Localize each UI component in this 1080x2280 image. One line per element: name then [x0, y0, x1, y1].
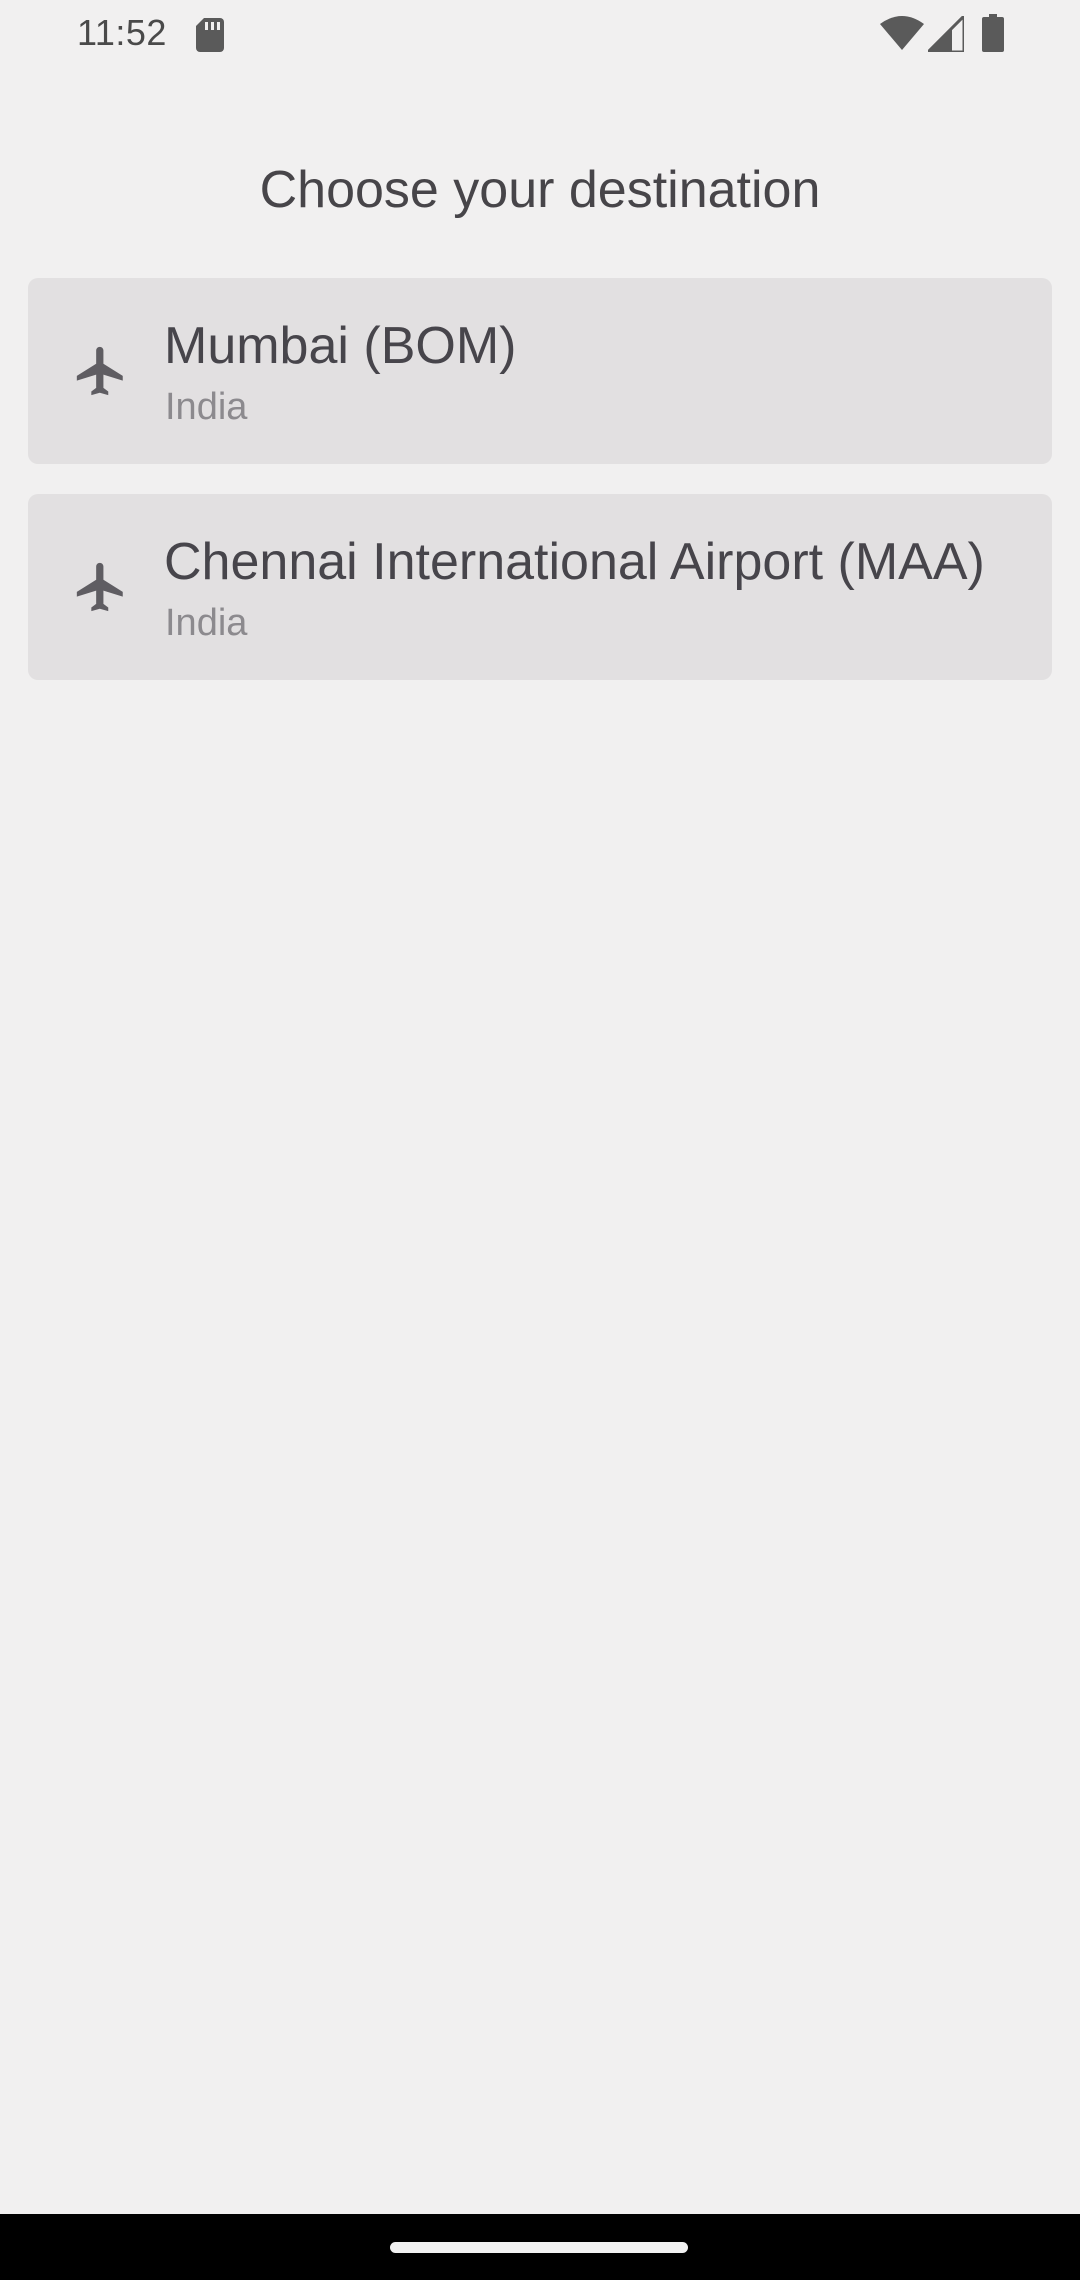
- home-gesture-handle[interactable]: [390, 2242, 688, 2253]
- destination-country: India: [165, 602, 248, 644]
- destination-card-chennai[interactable]: Chennai International Airport (MAA) Indi…: [28, 494, 1052, 680]
- airplane-icon: [76, 562, 123, 612]
- page-title: Choose your destination: [259, 161, 821, 219]
- destination-country: India: [165, 386, 248, 428]
- airplane-icon: [76, 346, 123, 396]
- status-time: 11:52: [77, 12, 167, 53]
- sd-card-icon: [196, 18, 224, 52]
- destination-name: Chennai International Airport (MAA): [164, 533, 985, 591]
- destination-card-mumbai[interactable]: Mumbai (BOM) India: [28, 278, 1052, 464]
- battery-icon: [982, 14, 1004, 52]
- signal-icon: [928, 16, 964, 52]
- wifi-icon: [880, 16, 924, 50]
- destination-name: Mumbai (BOM): [164, 317, 517, 375]
- navigation-bar: [0, 2214, 1080, 2280]
- status-bar: 11:52: [0, 0, 1080, 66]
